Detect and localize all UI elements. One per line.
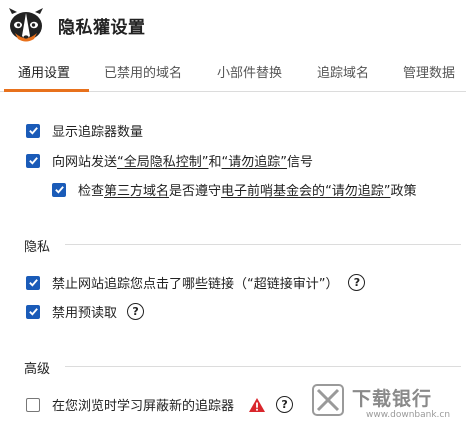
send-gpc-suffix: 信号 <box>287 155 314 170</box>
section-title-privacy: 隐私 <box>24 240 51 255</box>
option-check-dnt-policy[interactable]: 检查 第三方域名 是否遵守 电子前哨基金会的 “请勿追踪” 政策 <box>52 180 417 199</box>
tab-disabled-sites[interactable]: 已禁用的域名 <box>104 62 182 81</box>
watermark-url: www.downbank.cn <box>366 410 451 420</box>
check-dnt-middle: 是否遵守 <box>169 184 222 199</box>
send-gpc-checkbox[interactable] <box>26 153 40 168</box>
check-icon <box>54 186 64 194</box>
option-disable-prefetch[interactable]: 禁用预读取 ? <box>26 302 145 321</box>
show-count-label: 显示追踪器数量 <box>52 125 144 140</box>
learn-locally-checkbox[interactable] <box>26 397 40 412</box>
check-icon <box>28 308 38 316</box>
check-icon <box>28 279 38 287</box>
section-divider <box>65 366 461 367</box>
section-divider <box>65 244 461 245</box>
check-icon <box>28 127 38 135</box>
tab-bar: 通用设置 已禁用的域名 小部件替换 追踪域名 管理数据 <box>0 52 466 92</box>
watermark: 下载银行 www.downbank.cn <box>300 376 466 426</box>
option-send-gpc[interactable]: 向网站发送 “全局隐私控制” 和 “请勿追踪” 信号 <box>26 151 313 170</box>
badger-logo-icon <box>9 8 43 42</box>
learn-locally-label: 在您浏览时学习屏蔽新的追踪器 <box>52 399 235 414</box>
check-dnt-checkbox[interactable] <box>52 182 66 197</box>
app-title: 隐私獾设置 <box>58 18 146 38</box>
hyperlink-auditing-checkbox[interactable] <box>26 275 40 290</box>
dnt-link[interactable]: “请勿追踪” <box>222 151 287 170</box>
tab-manage-data[interactable]: 管理数据 <box>403 62 455 81</box>
disable-prefetch-checkbox[interactable] <box>26 304 40 319</box>
disable-prefetch-label: 禁用预读取 <box>52 306 118 321</box>
send-gpc-middle: 和 <box>208 155 222 170</box>
check-dnt-suffix: 政策 <box>390 184 417 199</box>
option-show-count[interactable]: 显示追踪器数量 <box>26 121 143 140</box>
check-dnt-prefix: 检查 <box>78 184 105 199</box>
dnt-policy-link[interactable]: “请勿追踪” <box>325 180 390 199</box>
tab-tracking-domains[interactable]: 追踪域名 <box>317 62 369 81</box>
check-icon <box>28 157 38 165</box>
watermark-text: 下载银行 <box>352 388 433 410</box>
watermark-logo-icon <box>312 384 344 416</box>
tab-general-settings[interactable]: 通用设置 <box>18 62 70 81</box>
help-icon[interactable]: ? <box>276 396 294 413</box>
help-icon[interactable]: ? <box>348 274 366 291</box>
tab-widget-replacement[interactable]: 小部件替换 <box>217 62 282 81</box>
header: 隐私獾设置 <box>0 0 466 52</box>
third-party-link[interactable]: 第三方域名 <box>104 180 169 199</box>
warning-icon[interactable] <box>248 397 266 413</box>
show-count-checkbox[interactable] <box>26 123 40 138</box>
hyperlink-auditing-label: 禁止网站追踪您点击了哪些链接（“超链接审计”） <box>52 277 339 292</box>
section-title-advanced: 高级 <box>24 362 51 377</box>
active-tab-indicator <box>4 89 89 92</box>
gpc-link[interactable]: “全局隐私控制” <box>117 151 208 170</box>
option-block-hyperlink-auditing[interactable]: 禁止网站追踪您点击了哪些链接（“超链接审计”） ? <box>26 273 366 292</box>
send-gpc-prefix: 向网站发送 <box>52 155 118 170</box>
eff-link[interactable]: 电子前哨基金会的 <box>221 180 325 199</box>
option-learn-locally[interactable]: 在您浏览时学习屏蔽新的追踪器 ? <box>26 395 294 414</box>
help-icon[interactable]: ? <box>127 303 145 320</box>
